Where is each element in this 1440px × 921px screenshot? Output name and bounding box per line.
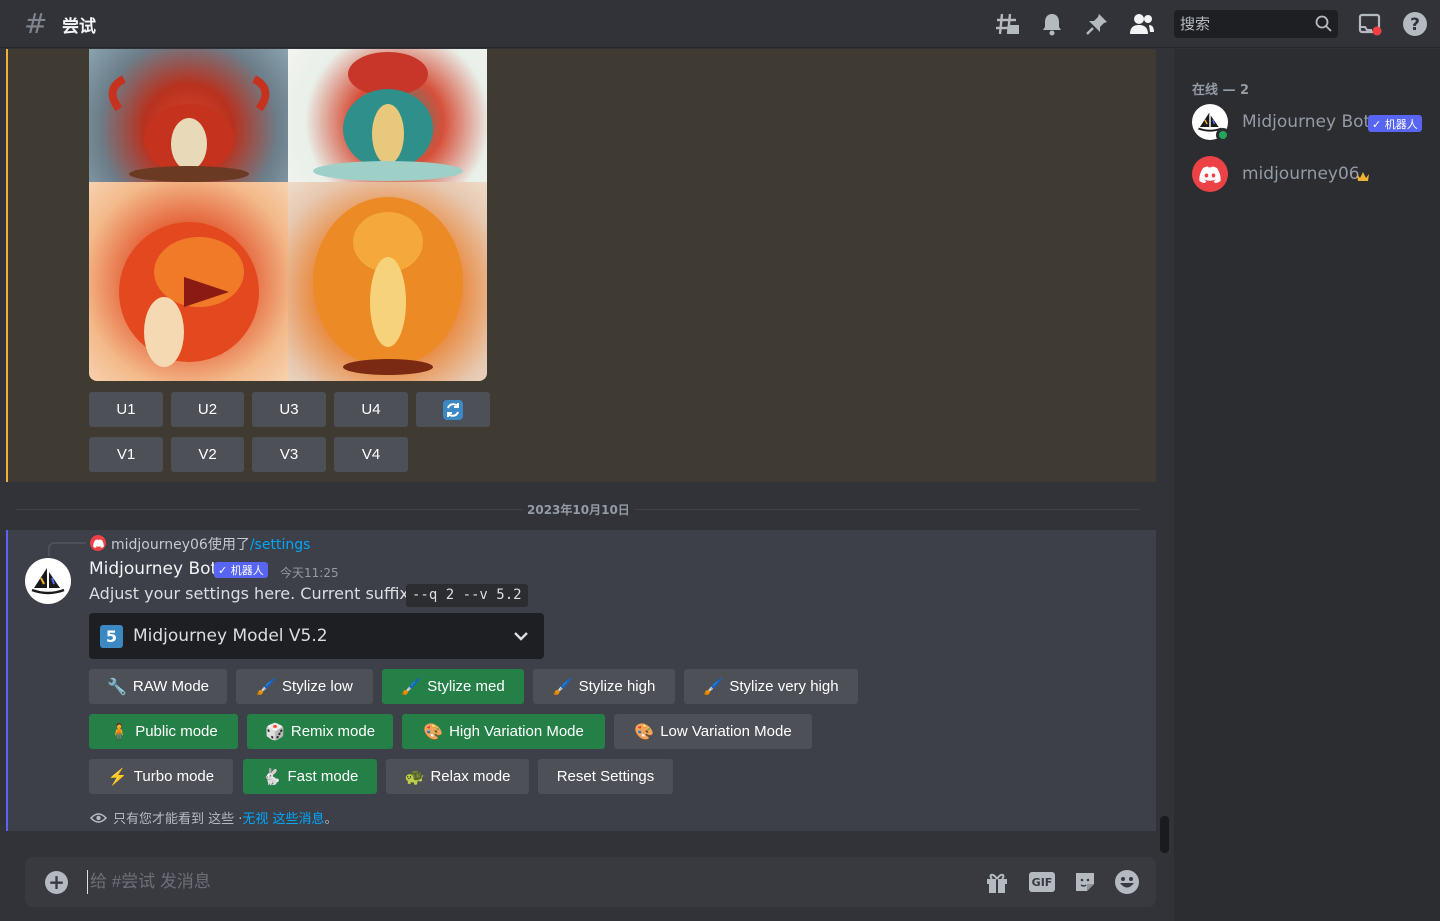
member-name: Midjourney Bot (1242, 112, 1371, 132)
gift-icon[interactable] (984, 869, 1010, 895)
message-input[interactable] (87, 870, 927, 894)
emoji-icon[interactable] (1114, 869, 1140, 895)
reply-username[interactable]: midjourney06 (111, 537, 208, 553)
reply-avatar[interactable] (90, 535, 106, 551)
stylize-med-button[interactable]: 🖌️ Stylize med (382, 669, 524, 704)
high-variation-mode-button[interactable]: 🎨 High Variation Mode (402, 714, 605, 749)
person-icon: 🧍 (109, 723, 130, 741)
channel-name: 尝试 (62, 17, 96, 37)
svg-text:?: ? (1410, 15, 1420, 35)
dragon-image-1[interactable] (89, 49, 288, 182)
pin-icon[interactable] (1083, 10, 1111, 38)
timestamp: 今天11:25 (280, 566, 339, 580)
avatar[interactable] (25, 558, 71, 604)
turbo-mode-button[interactable]: ⚡ Turbo mode (89, 759, 233, 794)
inbox-icon[interactable] (1356, 10, 1384, 38)
stylize-high-button[interactable]: 🖌️ Stylize high (533, 669, 675, 704)
search-box[interactable] (1174, 10, 1338, 38)
eye-icon (90, 812, 107, 823)
crown-icon (1356, 168, 1370, 187)
wrench-icon: 🔧 (106, 678, 127, 696)
ephemeral-text: 只有您才能看到 这些 · (113, 812, 243, 827)
member-item-midjourney-bot[interactable]: Midjourney Bot ✓ 机器人 (1192, 104, 1432, 144)
gif-icon[interactable]: GIF (1029, 872, 1055, 892)
upscale-button-2[interactable]: U2 (171, 392, 244, 427)
author-name[interactable]: Midjourney Bot (89, 559, 217, 579)
refresh-icon (443, 399, 463, 420)
channel-hash-icon: # (24, 7, 48, 40)
ephemeral-end: 。 (324, 812, 338, 827)
reply-action: 使用了 (207, 537, 250, 553)
variation-button-3[interactable]: V3 (252, 437, 326, 472)
brush-icon: 🖌️ (256, 678, 277, 696)
variation-button-2[interactable]: V2 (171, 437, 244, 472)
help-icon[interactable]: ? (1401, 10, 1429, 38)
member-item-midjourney06[interactable]: midjourney06 (1192, 156, 1432, 196)
online-status-icon (1216, 128, 1230, 142)
stylize-low-button[interactable]: 🖌️ Stylize low (236, 669, 373, 704)
stylize-very-high-button[interactable]: 🖌️ Stylize very high (684, 669, 858, 704)
midjourney-boat-icon (31, 568, 65, 595)
image-grid[interactable] (89, 49, 487, 381)
variation-button-4[interactable]: V4 (334, 437, 408, 472)
palette-icon: 🎨 (423, 723, 444, 741)
date-divider: 2023年10月10日 (523, 501, 634, 518)
reply-preview: midjourney06使用了/settings (111, 534, 310, 554)
public-mode-button[interactable]: 🧍 Public mode (89, 714, 238, 749)
threads-icon[interactable] (993, 10, 1021, 38)
brush-icon: 🖌️ (552, 678, 573, 696)
discord-logo-icon (92, 539, 104, 548)
bot-tag: ✓ 机器人 (1368, 115, 1422, 132)
model-select-value: Midjourney Model V5.2 (133, 626, 328, 646)
lightning-icon: ⚡ (107, 768, 128, 786)
member-list: 在线 — 2 Midjourney Bot ✓ 机器人 midjourney06 (1174, 49, 1440, 921)
bell-icon[interactable] (1038, 10, 1066, 38)
message-text: Adjust your settings here. Current suffi… (89, 584, 415, 603)
chevron-down-icon (512, 627, 530, 649)
low-variation-mode-button[interactable]: 🎨 Low Variation Mode (614, 714, 812, 749)
brush-icon: 🖌️ (703, 678, 724, 696)
avatar (1192, 156, 1228, 192)
chat-area: U1 U2 U3 U4 V1 V2 V3 V4 2023年10月10日 midj… (0, 49, 1174, 921)
model-select[interactable]: 5 Midjourney Model V5.2 (89, 613, 544, 659)
channel-header: # 尝试 ? (0, 0, 1440, 48)
search-icon (1315, 15, 1332, 36)
rabbit-icon: 🐇 (261, 768, 282, 786)
sticker-icon[interactable] (1072, 869, 1098, 895)
discord-logo-icon (1199, 166, 1221, 183)
bot-tag: ✓ 机器人 (214, 562, 268, 578)
reset-settings-button[interactable]: Reset Settings (538, 759, 673, 794)
suffix-code: --q 2 --v 5.2 (406, 584, 528, 607)
add-attachment-icon[interactable]: + (45, 871, 68, 894)
reroll-button[interactable] (416, 392, 490, 427)
upscale-button-4[interactable]: U4 (334, 392, 408, 427)
dragon-image-3[interactable] (89, 182, 288, 381)
upscale-button-3[interactable]: U3 (252, 392, 326, 427)
ephemeral-note: 只有您才能看到 这些 · 无视 这些消息 。 (90, 808, 338, 827)
scrollbar-thumb[interactable] (1160, 816, 1169, 853)
dragon-image-2[interactable] (288, 49, 487, 182)
relax-mode-button[interactable]: 🐢 Relax mode (386, 759, 529, 794)
reply-command[interactable]: /settings (250, 537, 311, 553)
turtle-icon: 🐢 (404, 768, 425, 786)
reply-connector (48, 542, 86, 556)
dice-icon: 🎲 (264, 723, 285, 741)
remix-mode-button[interactable]: 🎲 Remix mode (247, 714, 393, 749)
member-name: midjourney06 (1242, 164, 1360, 184)
model-number-badge: 5 (100, 625, 123, 648)
dragon-image-4[interactable] (288, 182, 487, 381)
dismiss-message-link[interactable]: 无视 这些消息 (242, 808, 324, 827)
message-composer: + GIF (25, 857, 1156, 907)
palette-icon: 🎨 (634, 723, 655, 741)
upscale-button-1[interactable]: U1 (89, 392, 163, 427)
settings-message: midjourney06使用了/settings Midjourney Bot … (6, 530, 1156, 831)
previous-message: U1 U2 U3 U4 V1 V2 V3 V4 (6, 49, 1156, 482)
online-heading: 在线 — 2 (1192, 83, 1250, 98)
member-list-icon[interactable] (1128, 10, 1156, 38)
raw-mode-button[interactable]: 🔧 RAW Mode (89, 669, 227, 704)
fast-mode-button[interactable]: 🐇 Fast mode (243, 759, 377, 794)
brush-icon: 🖌️ (401, 678, 422, 696)
variation-button-1[interactable]: V1 (89, 437, 163, 472)
search-input[interactable] (1180, 15, 1310, 33)
